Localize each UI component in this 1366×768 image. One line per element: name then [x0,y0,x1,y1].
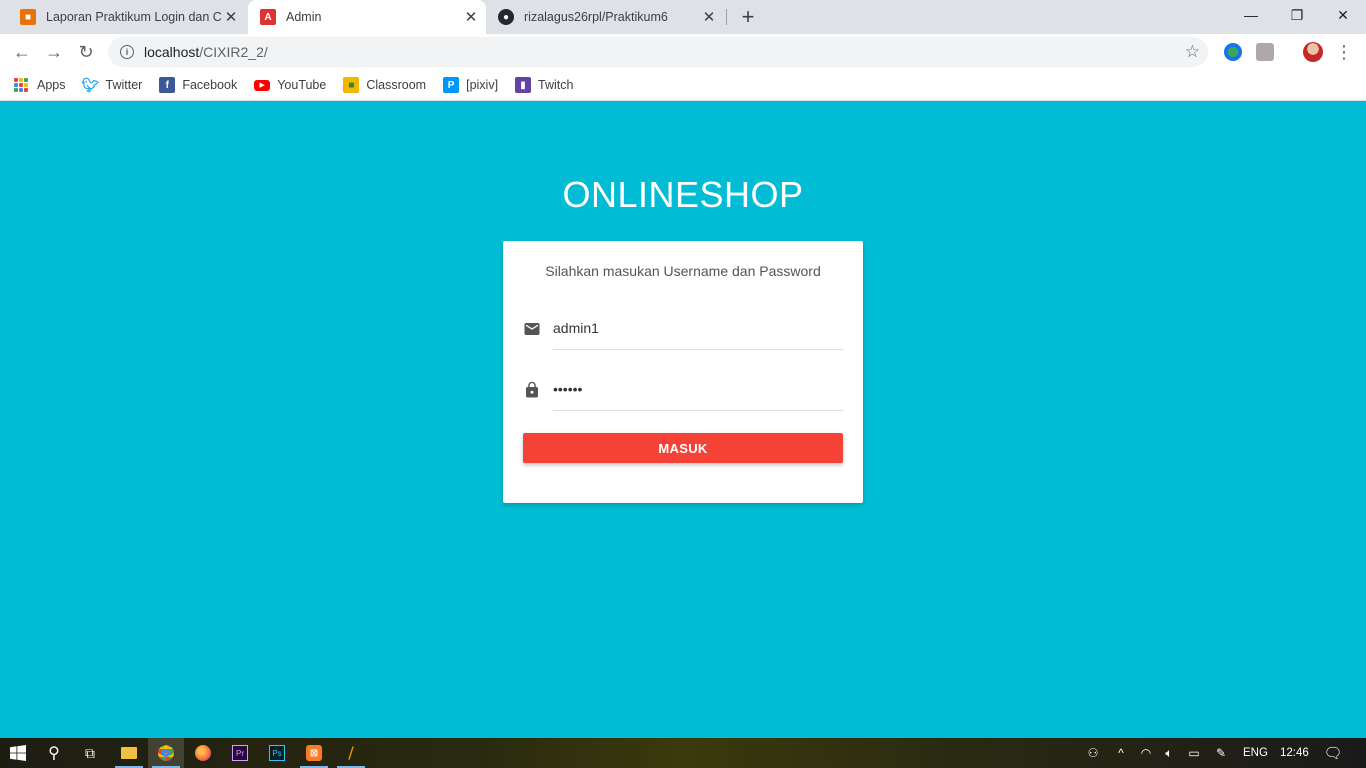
chevron-up-icon[interactable]: ^ [1110,738,1132,768]
notification-icon[interactable]: 🗨︎ [1322,738,1344,768]
search-icon[interactable]: ⚲ [36,738,72,768]
battery-icon[interactable]: ▭ [1183,738,1205,768]
twitter-icon: 🐦︎ [81,76,100,93]
xampp-icon[interactable]: ⊠ [296,738,332,768]
browser-toolbar: ← → ↻ i localhost/CIXIR2_2/ ☆ ⋮ [0,34,1366,70]
forward-button[interactable]: → [40,38,68,66]
tab-title: Admin [286,10,322,24]
chrome-icon[interactable] [148,738,184,768]
mail-icon [524,323,540,335]
login-card: Silahkan masukan Username dan Password M… [503,241,863,503]
twitch-icon: ▮ [515,77,532,93]
bookmark-label: Twitch [538,78,574,92]
github-icon: ● [498,9,514,25]
angular-icon: A [260,9,276,25]
bookmark-twitch[interactable]: ▮ Twitch [515,77,573,93]
bookmark-label: YouTube [277,78,327,92]
file-explorer-icon[interactable] [111,738,147,768]
bookmarks-bar: Apps 🐦︎ Twitter f Facebook ▶ YouTube ■ C… [0,70,1366,101]
login-message: Silahkan masukan Username dan Password [545,263,821,279]
browser-tab-strip: ■ Laporan Praktikum Login dan CRUD ✕ A A… [0,0,1366,34]
people-icon[interactable]: ⚇ [1082,738,1104,768]
bookmark-label: [pixiv] [466,78,499,92]
blogger-icon: ■ [20,9,36,25]
username-field [523,310,843,350]
apps-grid-icon [14,78,28,92]
language-indicator[interactable]: ENG [1243,738,1268,768]
sublime-icon[interactable]: ⧸ [333,738,369,768]
tab-github[interactable]: ● rizalagus26rpl/Praktikum6 ✕ [486,0,724,34]
bookmark-star-icon[interactable]: ☆ [1185,42,1200,62]
firefox-icon[interactable] [185,738,221,768]
url-text[interactable]: localhost/CIXIR2_2/ [144,44,268,60]
page-title: ONLINESHOP [562,174,804,215]
bookmark-label: Facebook [182,78,238,92]
facebook-icon: f [159,77,176,93]
bookmark-youtube[interactable]: ▶ YouTube [254,78,326,92]
pen-icon[interactable]: ✎ [1210,738,1232,768]
close-icon[interactable]: ✕ [700,8,718,26]
tab-admin[interactable]: A Admin ✕ [248,0,486,34]
info-icon[interactable]: i [120,45,134,59]
pdf-extension-icon[interactable] [1256,43,1274,61]
username-input[interactable] [553,310,843,350]
bookmark-classroom[interactable]: ■ Classroom [343,77,426,93]
password-field [523,371,843,411]
photoshop-icon[interactable]: Ps [259,738,295,768]
bookmark-apps[interactable]: Apps [14,78,66,92]
windows-taskbar: ⚲ ⧉ Pr Ps ⊠ ⧸ ⚇ ^ ◠ 🔈︎ ▭ ✎ ENG 12:46 🗨︎ [0,738,1366,768]
close-icon[interactable]: ✕ [222,8,240,26]
tab-separator [726,9,727,25]
url-path: /CIXIR2_2/ [199,44,268,60]
bookmark-pixiv[interactable]: P [pixiv] [443,77,498,93]
tab-title: rizalagus26rpl/Praktikum6 [524,10,668,24]
page-content: ONLINESHOP Silahkan masukan Username dan… [0,101,1366,738]
volume-icon[interactable]: 🔈︎ [1158,738,1180,768]
bookmark-label: Classroom [366,78,427,92]
tab-title: Laporan Praktikum Login dan CRUD [46,10,222,24]
login-submit-button[interactable]: MASUK [523,433,843,463]
reload-button[interactable]: ↻ [72,38,100,66]
url-host: localhost [144,44,200,60]
lock-icon [526,381,538,398]
close-window-button[interactable]: ✕ [1320,0,1366,30]
close-icon[interactable]: ✕ [462,8,480,26]
premiere-icon[interactable]: Pr [222,738,258,768]
minimize-button[interactable]: — [1228,0,1274,30]
task-view-icon[interactable]: ⧉ [72,738,108,768]
clock[interactable]: 12:46 [1280,738,1309,768]
back-button[interactable]: ← [8,38,36,66]
pixiv-icon: P [443,77,460,93]
menu-kebab-icon[interactable]: ⋮ [1330,38,1358,66]
password-input[interactable] [553,371,843,411]
youtube-icon: ▶ [254,79,271,91]
globe-extension-icon[interactable] [1224,43,1242,61]
restore-button[interactable]: ❐ [1274,0,1320,30]
address-bar[interactable]: i localhost/CIXIR2_2/ ☆ [108,37,1208,67]
new-tab-button[interactable]: + [736,4,760,29]
bookmark-facebook[interactable]: f Facebook [159,77,237,93]
classroom-icon: ■ [343,77,360,93]
wifi-icon[interactable]: ◠ [1135,738,1157,768]
profile-avatar[interactable] [1303,42,1323,62]
bookmark-label: Twitter [105,78,143,92]
tab-laporan[interactable]: ■ Laporan Praktikum Login dan CRUD ✕ [8,0,246,34]
bookmark-twitter[interactable]: 🐦︎ Twitter [81,76,143,93]
bookmark-label: Apps [37,78,66,92]
start-icon[interactable] [0,738,36,768]
